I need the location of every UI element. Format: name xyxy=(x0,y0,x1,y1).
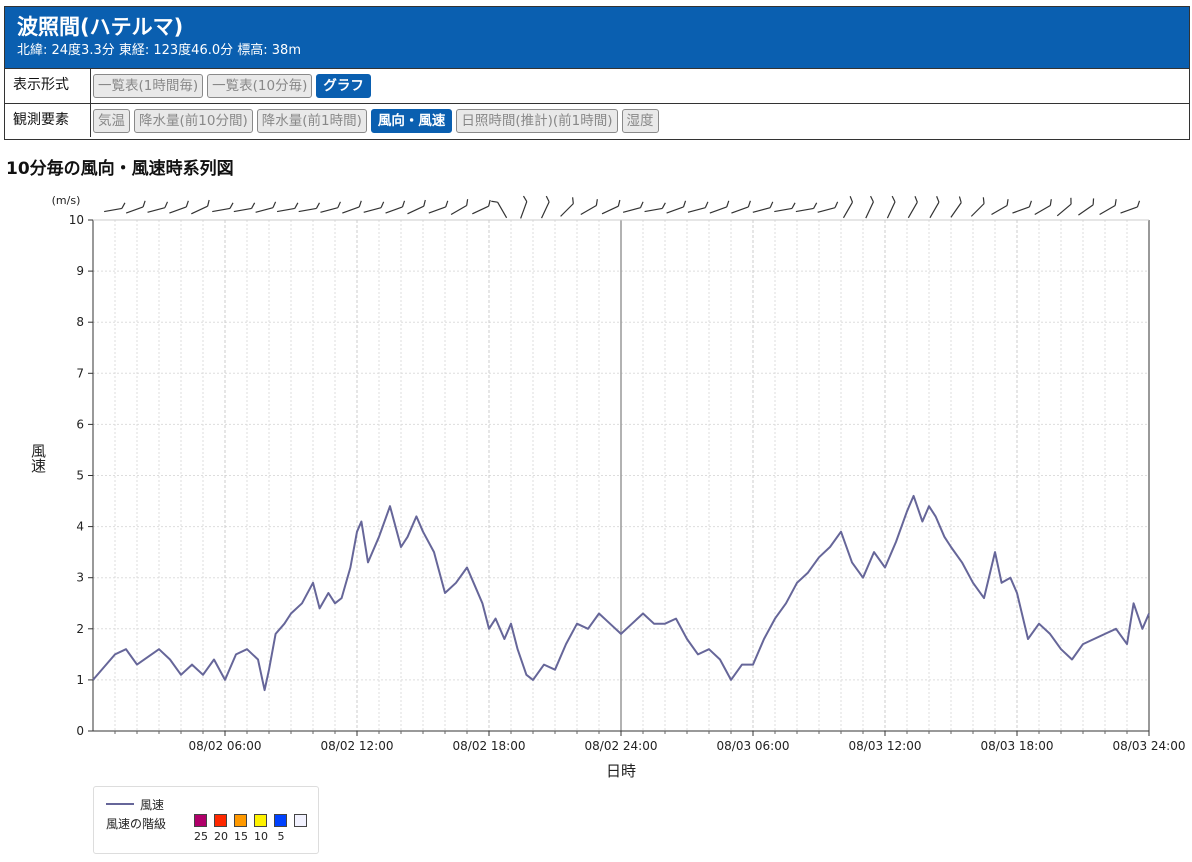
wind-barb xyxy=(491,200,508,219)
wind-barb xyxy=(709,200,730,214)
wind-barb xyxy=(560,197,574,217)
wind-barb xyxy=(169,200,189,214)
x-tick-label: 08/02 18:00 xyxy=(453,739,526,753)
wind-barb xyxy=(450,199,469,216)
wind-barb xyxy=(1012,200,1032,214)
legend-swatch-1 xyxy=(214,814,227,827)
wind-barb xyxy=(865,195,874,219)
wind-barb xyxy=(795,202,818,213)
legend-class-label-1: 20 xyxy=(214,830,228,843)
wind-barb xyxy=(342,200,362,214)
wind-barb xyxy=(276,202,299,213)
legend-swatch-5 xyxy=(294,814,307,827)
wind-barb xyxy=(125,200,146,214)
wind-barb xyxy=(970,197,985,217)
y-tick-label: 5 xyxy=(76,469,84,483)
y-axis-label: 風速 xyxy=(29,443,47,474)
y-tick-label: 7 xyxy=(76,366,84,380)
wind-barb xyxy=(991,199,1009,216)
wind-barb xyxy=(147,201,169,213)
wind-barb xyxy=(320,201,341,213)
x-tick-label: 08/02 06:00 xyxy=(189,739,262,753)
wind-barb xyxy=(212,202,234,213)
wind-barb xyxy=(104,202,126,213)
legend-series-label: 風速 xyxy=(140,798,165,812)
y-tick-label: 4 xyxy=(76,520,84,534)
x-tick-label: 08/03 18:00 xyxy=(981,739,1054,753)
y-tick-label: 8 xyxy=(76,315,84,329)
wind-barb xyxy=(666,200,687,214)
x-tick-label: 08/02 24:00 xyxy=(585,739,658,753)
legend-swatch-2 xyxy=(234,814,247,827)
wind-barb xyxy=(363,201,385,213)
wind-barb xyxy=(1078,198,1095,216)
wind-barb xyxy=(472,199,491,215)
y-unit-label: (m/s) xyxy=(52,194,81,207)
y-tick-label: 2 xyxy=(76,622,84,636)
wind-barb xyxy=(407,199,426,215)
wind-barb xyxy=(1120,200,1141,214)
x-tick-label: 08/03 24:00 xyxy=(1113,739,1186,753)
wind-barb xyxy=(817,201,839,213)
y-tick-label: 1 xyxy=(76,673,84,687)
y-tick-label: 10 xyxy=(69,213,84,227)
wind-barb xyxy=(1099,199,1117,216)
wind-barb xyxy=(428,200,449,214)
wind-barb xyxy=(886,195,896,219)
wind-barb xyxy=(622,201,644,213)
x-axis-label: 日時 xyxy=(606,762,636,780)
y-tick-label: 6 xyxy=(76,417,84,431)
wind-barb xyxy=(580,199,598,216)
wind-barb xyxy=(298,202,321,213)
wind-barb xyxy=(687,201,709,213)
legend-swatch-0 xyxy=(194,814,207,827)
wind-chart: 0 1 2 3 4 5 6 7 8 9 10 08/02 06:00 08/02 12:00 08/02 … xyxy=(29,194,1186,780)
wind-barb xyxy=(520,195,528,219)
legend-class-label-2: 15 xyxy=(234,830,248,843)
y-tick-label: 3 xyxy=(76,571,84,585)
legend-swatch-4 xyxy=(274,814,287,827)
legend-line-swatch xyxy=(106,803,134,805)
wind-barb xyxy=(601,199,621,215)
legend-class-label-3: 10 xyxy=(254,830,268,843)
wind-barb xyxy=(255,201,277,213)
wind-barb xyxy=(774,202,796,213)
x-tick-label: 08/02 12:00 xyxy=(321,739,394,753)
x-tick-label: 08/03 12:00 xyxy=(849,739,922,753)
wind-barb xyxy=(1034,199,1052,216)
wind-barb xyxy=(385,200,406,214)
legend-class-label-0: 25 xyxy=(194,830,208,843)
legend-scale-label: 風速の階級 xyxy=(106,817,167,831)
legend: 風速 風速の階級 25 20 15 10 5 xyxy=(93,786,319,854)
wind-barb xyxy=(191,199,210,215)
wind-barb xyxy=(540,195,550,219)
wind-barb xyxy=(644,202,666,213)
x-tick-label: 08/03 06:00 xyxy=(717,739,790,753)
wind-barb xyxy=(1056,197,1072,217)
legend-class-label-4: 5 xyxy=(277,830,285,843)
y-tick-label: 0 xyxy=(76,724,84,738)
wind-barb xyxy=(731,200,751,214)
wind-barb xyxy=(950,196,962,218)
wind-barb xyxy=(907,196,918,219)
wind-barb xyxy=(233,202,256,213)
y-tick-label: 9 xyxy=(76,264,84,278)
wind-barb xyxy=(929,196,940,219)
wind-barb xyxy=(842,196,854,219)
wind-barb xyxy=(752,201,774,213)
legend-swatch-3 xyxy=(254,814,267,827)
